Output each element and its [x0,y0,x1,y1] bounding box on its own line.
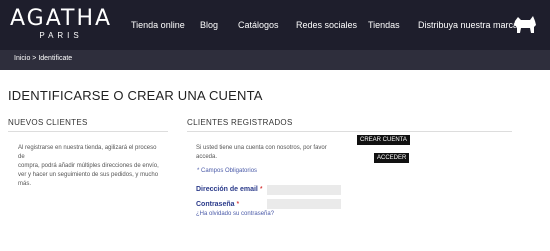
password-label-text: Contraseña [196,201,235,208]
nav-item-blog[interactable]: Blog [200,20,218,30]
email-label-text: Dirección de email [196,186,258,193]
new-clients-text-line: compra, podrá añadir múltiples direccion… [18,163,159,169]
forgot-password-link[interactable]: ¿Ha olvidado su contraseña? [196,211,274,217]
new-clients-title: NUEVOS CLIENTES [8,118,88,127]
nav-item-distribuya[interactable]: Distribuya nuestra marca [418,20,518,30]
new-clients-text: Al registrarse en nuestra tienda, agiliz… [18,144,163,189]
main-nav: Tienda online Blog Catálogos Redes socia… [0,20,550,34]
page-title: IDENTIFICARSE O CREAR UNA CUENTA [8,88,263,103]
new-clients-text-line: ver y hacer un seguimiento de sus pedido… [18,172,159,178]
password-label: Contraseña * [196,201,239,208]
registered-clients-title: CLIENTES REGISTRADOS [187,118,293,127]
nav-item-redes-sociales[interactable]: Redes sociales [296,20,357,30]
email-label: Dirección de email * [196,186,263,193]
top-navigation-bar: AGATHA PARIS Tienda online Blog Catálogo… [0,0,550,50]
scottish-terrier-icon [514,16,536,33]
create-account-button[interactable]: CREAR CUENTA [357,135,410,145]
new-clients-divider [8,131,168,132]
nav-item-tiendas[interactable]: Tiendas [368,20,400,30]
email-field[interactable] [267,185,341,195]
breadcrumb[interactable]: Inicio > Identificate [14,55,72,62]
registered-clients-text-line: Si usted tiene una cuenta con nosotros, … [196,145,327,151]
breadcrumb-bar: Inicio > Identificate [0,50,550,70]
nav-item-tienda-online[interactable]: Tienda online [131,20,185,30]
new-clients-text-line: más. [18,181,32,187]
registered-clients-text-line: acceda. [196,154,218,160]
required-star: * [236,201,240,208]
login-button[interactable]: ACCEDER [374,153,410,163]
password-field[interactable] [267,199,341,209]
new-clients-text-line: Al registrarse en nuestra tienda, agiliz… [18,145,157,160]
nav-item-catalogos[interactable]: Catálogos [238,20,279,30]
registered-clients-text: Si usted tiene una cuenta con nosotros, … [196,144,327,162]
required-fields-note: * Campos Obligatorios [197,168,258,174]
registered-clients-divider [187,131,512,132]
required-star: * [259,186,263,193]
